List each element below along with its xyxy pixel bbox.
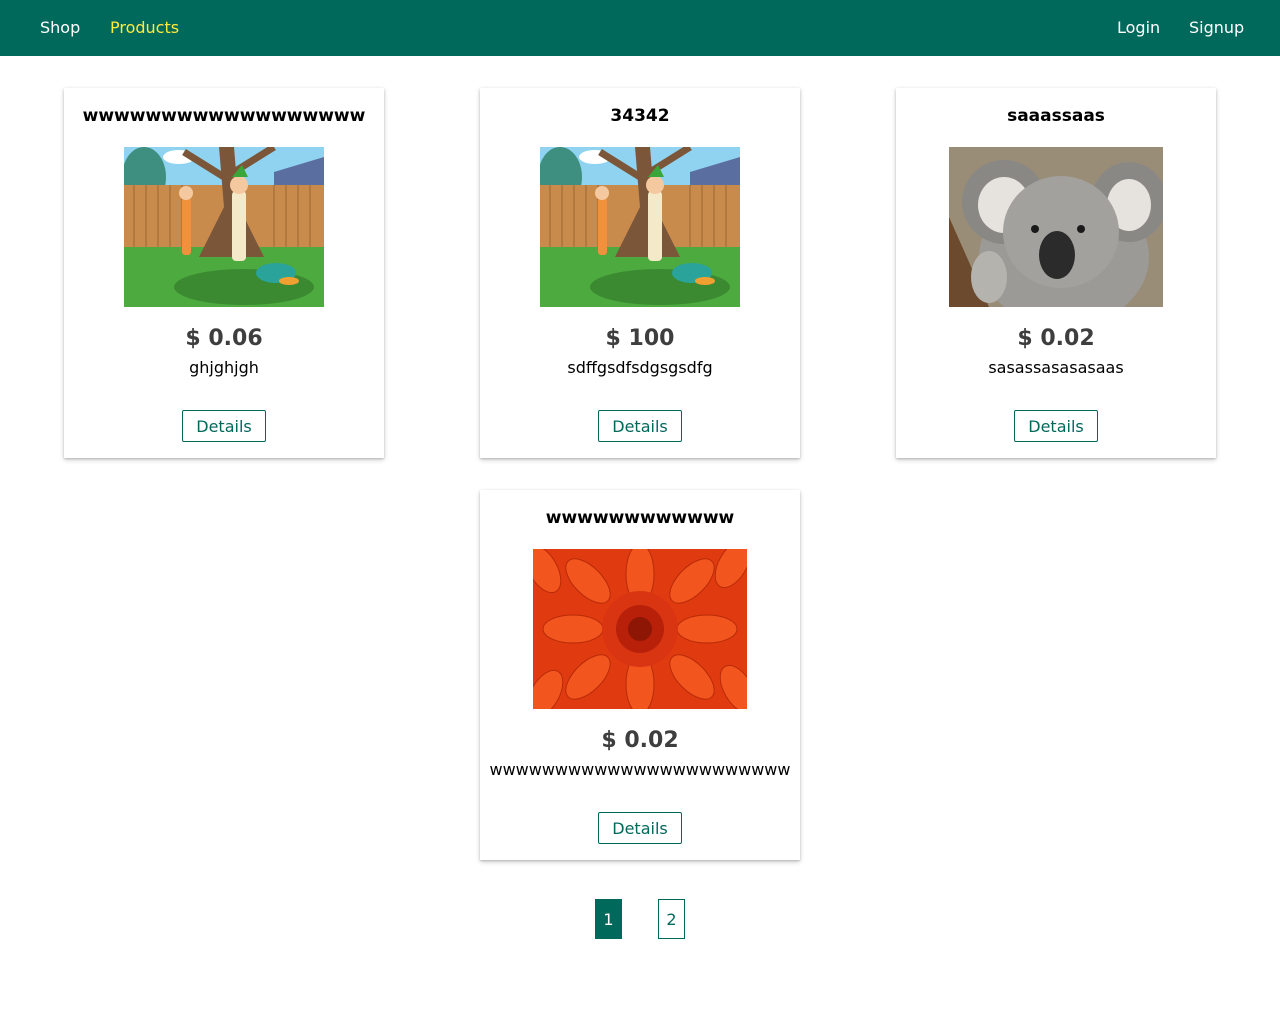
page-button-2[interactable]: 2: [658, 899, 685, 939]
product-price: $ 100: [605, 326, 675, 351]
orange-flower-image: [533, 549, 747, 709]
product-price: $ 0.02: [1017, 326, 1095, 351]
product-card: wwwwwwwwwwww $ 0.02 wwwwwwwwwwwwwwwwwwww…: [480, 490, 800, 860]
product-price: $ 0.02: [601, 728, 679, 753]
nav-shop-link[interactable]: Shop: [40, 0, 80, 56]
product-card: saaassaas $ 0.02 sasassasasasaas Details: [896, 88, 1216, 458]
product-description: sasassasasasaas: [988, 358, 1124, 377]
details-button[interactable]: Details: [598, 812, 682, 844]
nav-signup-link[interactable]: Signup: [1189, 0, 1244, 56]
koala-image: [949, 147, 1163, 307]
cartoon-backyard-image: [124, 147, 324, 307]
nav-login-link[interactable]: Login: [1117, 0, 1160, 56]
product-title: 34342: [610, 106, 670, 126]
details-button[interactable]: Details: [598, 410, 682, 442]
product-description: ghjghjgh: [189, 358, 259, 377]
product-price: $ 0.06: [185, 326, 263, 351]
product-title: saaassaas: [1007, 106, 1105, 126]
product-description: sdffgsdfsdgsgsdfg: [567, 358, 713, 377]
product-title: wwwwwwwwwwww: [545, 508, 735, 528]
top-navbar: Shop Products Login Signup: [0, 0, 1280, 56]
details-button[interactable]: Details: [182, 410, 266, 442]
details-button[interactable]: Details: [1014, 410, 1098, 442]
product-card: wwwwwwwwwwwwwwwwww $ 0.06 ghjghjgh Detai…: [64, 88, 384, 458]
product-description: wwwwwwwwwwwwwwwwwwwwwww: [489, 760, 791, 779]
cartoon-backyard-image: [540, 147, 740, 307]
product-title: wwwwwwwwwwwwwwwwww: [82, 106, 366, 126]
nav-products-link[interactable]: Products: [110, 0, 179, 56]
page-button-1[interactable]: 1: [595, 899, 622, 939]
product-card: 34342 $ 100 sdffgsdfsdgsgsdfg Details: [480, 88, 800, 458]
